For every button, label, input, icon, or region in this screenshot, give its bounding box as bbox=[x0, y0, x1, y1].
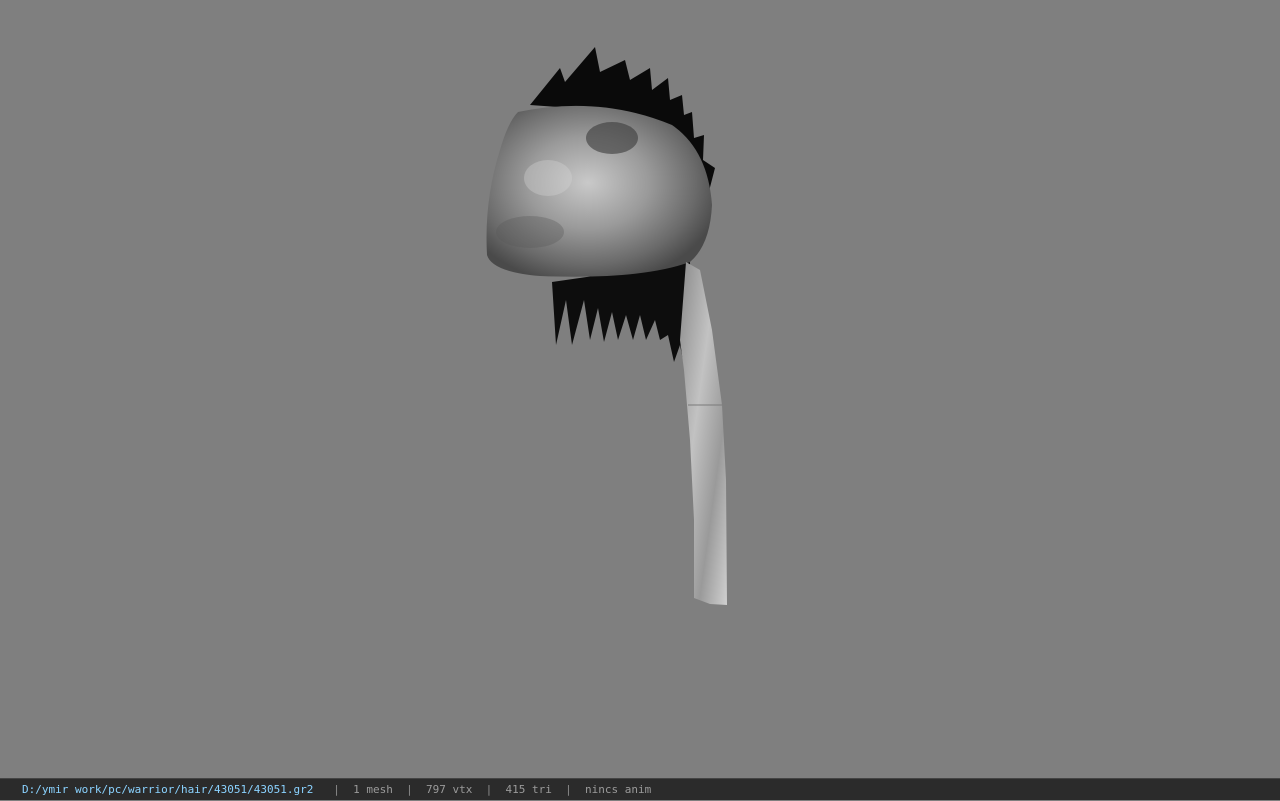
texture-shadow bbox=[586, 122, 638, 154]
texture-highlight bbox=[524, 160, 572, 196]
hair-ponytail bbox=[680, 262, 727, 605]
triangle-count: 415 tri bbox=[505, 783, 552, 796]
hair-spikes-bottom bbox=[552, 262, 692, 365]
texture-shade bbox=[496, 216, 564, 248]
file-path: D:/ymir work/pc/warrior/hair/43051/43051… bbox=[22, 783, 314, 796]
3d-viewport[interactable] bbox=[0, 0, 1280, 778]
hair-model-render[interactable] bbox=[0, 0, 1280, 778]
vertex-count: 797 vtx bbox=[426, 783, 473, 796]
separator: | bbox=[406, 783, 413, 796]
animation-status: nincs anim bbox=[585, 783, 652, 796]
status-bar: D:/ymir work/pc/warrior/hair/43051/43051… bbox=[0, 778, 1280, 800]
separator: | bbox=[333, 783, 340, 796]
separator: | bbox=[485, 783, 493, 796]
separator: | bbox=[565, 783, 572, 796]
mesh-count: 1 mesh bbox=[353, 783, 393, 796]
